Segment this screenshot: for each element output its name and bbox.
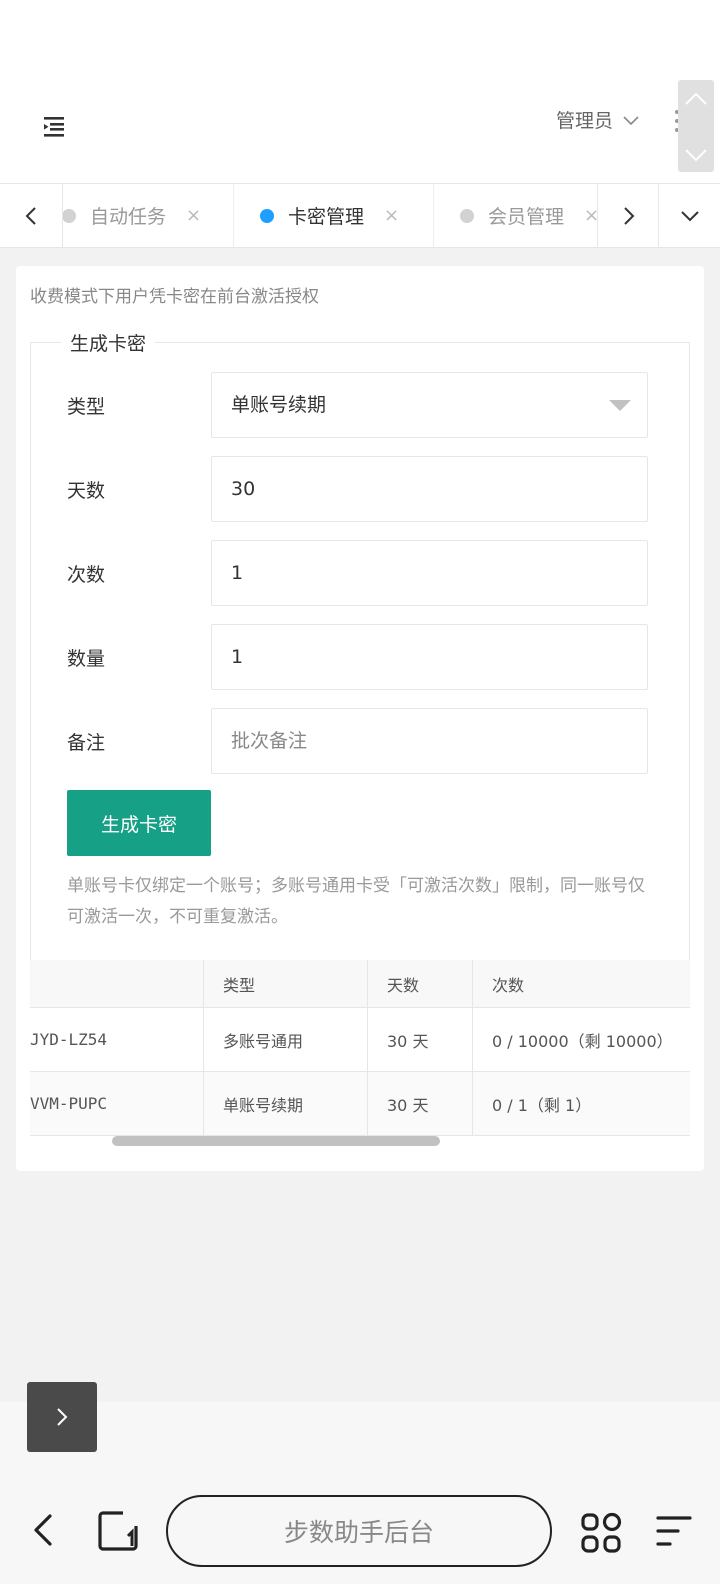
table-header-times: 次数	[473, 960, 690, 1008]
card-key-panel: 收费模式下用户凭卡密在前台激活授权 生成卡密 类型 单账号续期 天数 次数 数量…	[16, 266, 704, 1171]
chevron-up-icon[interactable]	[684, 92, 708, 106]
address-bar[interactable]: 步数助手后台	[166, 1495, 552, 1567]
type-selected-value: 单账号续期	[231, 394, 327, 416]
tab-label: 会员管理	[488, 206, 565, 228]
table-horizontal-scrollbar[interactable]	[112, 1136, 440, 1146]
tab-status-dot	[260, 208, 274, 223]
page-title: 步数助手后台	[283, 1518, 434, 1547]
tab-prev-button[interactable]	[0, 184, 63, 247]
times-row: 次数	[31, 540, 689, 606]
status-area	[0, 0, 720, 80]
generate-button[interactable]: 生成卡密	[67, 790, 211, 856]
table-cell-times: 0 / 10000（剩 10000）	[473, 1008, 690, 1072]
remark-input[interactable]	[211, 708, 648, 774]
generate-form: 生成卡密 类型 单账号续期 天数 次数 数量 备注 生成卡密 单账号卡仅绑定一个…	[30, 329, 690, 970]
apps-grid-icon[interactable]	[580, 1512, 622, 1554]
tab-label: 自动任务	[90, 206, 167, 228]
tabs-icon[interactable]	[97, 1510, 139, 1552]
user-name: 管理员	[556, 110, 614, 132]
days-input[interactable]	[211, 456, 648, 522]
quantity-input[interactable]	[211, 624, 648, 690]
caret-down-icon	[609, 400, 631, 411]
table-cell-code[interactable]: VVM-PUPC	[30, 1072, 204, 1136]
table-cell-code[interactable]: JYD-LZ54	[30, 1008, 204, 1072]
tab-next-button[interactable]	[597, 184, 660, 247]
type-select[interactable]: 单账号续期	[211, 372, 648, 438]
close-icon[interactable]: ×	[186, 205, 201, 226]
tab-status-dot	[460, 208, 474, 223]
table-cell-times: 0 / 1（剩 1）	[473, 1072, 690, 1136]
table-cell-days: 30 天	[368, 1008, 473, 1072]
close-icon[interactable]: ×	[384, 205, 399, 226]
tab-label: 卡密管理	[288, 206, 365, 228]
user-menu[interactable]: 管理员	[556, 106, 639, 133]
menu-fold-icon[interactable]	[38, 114, 70, 140]
tab-status-dot	[62, 208, 76, 223]
card-key-table: 类型 天数 次数 JYD-LZ54 多账号通用 30 天 0 / 10000（剩…	[30, 960, 690, 1150]
remark-label: 备注	[67, 732, 106, 754]
chevron-down-icon	[623, 115, 639, 125]
tab-auto-task[interactable]: 自动任务 ×	[62, 184, 234, 247]
chevron-right-icon	[57, 1408, 68, 1426]
page-scroll-widget[interactable]	[678, 80, 714, 172]
back-icon[interactable]	[30, 1512, 56, 1548]
browser-bottom-bar: 步数助手后台	[0, 1402, 720, 1584]
table-header-days: 天数	[368, 960, 473, 1008]
quantity-label: 数量	[67, 648, 106, 670]
chevron-right-icon	[624, 206, 635, 225]
times-label: 次数	[67, 564, 106, 586]
table-cell-type: 单账号续期	[204, 1072, 368, 1136]
table-header-type: 类型	[204, 960, 368, 1008]
type-label: 类型	[67, 396, 106, 418]
days-label: 天数	[67, 480, 106, 502]
form-note: 单账号卡仅绑定一个账号；多账号通用卡受「可激活次数」限制，同一账号仅可激活一次，…	[67, 876, 645, 927]
remark-row: 备注	[31, 708, 689, 774]
type-row: 类型 单账号续期	[31, 372, 689, 438]
chevron-left-icon	[25, 206, 36, 225]
tab-options-button[interactable]	[658, 184, 720, 247]
chevron-down-icon	[681, 210, 699, 221]
quantity-row: 数量	[31, 624, 689, 690]
admin-header: 管理员	[0, 80, 720, 184]
days-row: 天数	[31, 456, 689, 522]
tab-bar: 自动任务 × 卡密管理 × 会员管理 ×	[0, 184, 720, 248]
table-cell-days: 30 天	[368, 1072, 473, 1136]
times-input[interactable]	[211, 540, 648, 606]
expand-sidebar-button[interactable]	[27, 1382, 97, 1452]
chevron-down-icon[interactable]	[684, 148, 708, 162]
tab-card-key[interactable]: 卡密管理 ×	[234, 184, 434, 247]
table-cell-type: 多账号通用	[204, 1008, 368, 1072]
form-legend: 生成卡密	[61, 329, 156, 356]
page-tip: 收费模式下用户凭卡密在前台激活授权	[30, 287, 319, 307]
menu-icon[interactable]	[656, 1514, 692, 1548]
table-header-code	[30, 960, 204, 1008]
